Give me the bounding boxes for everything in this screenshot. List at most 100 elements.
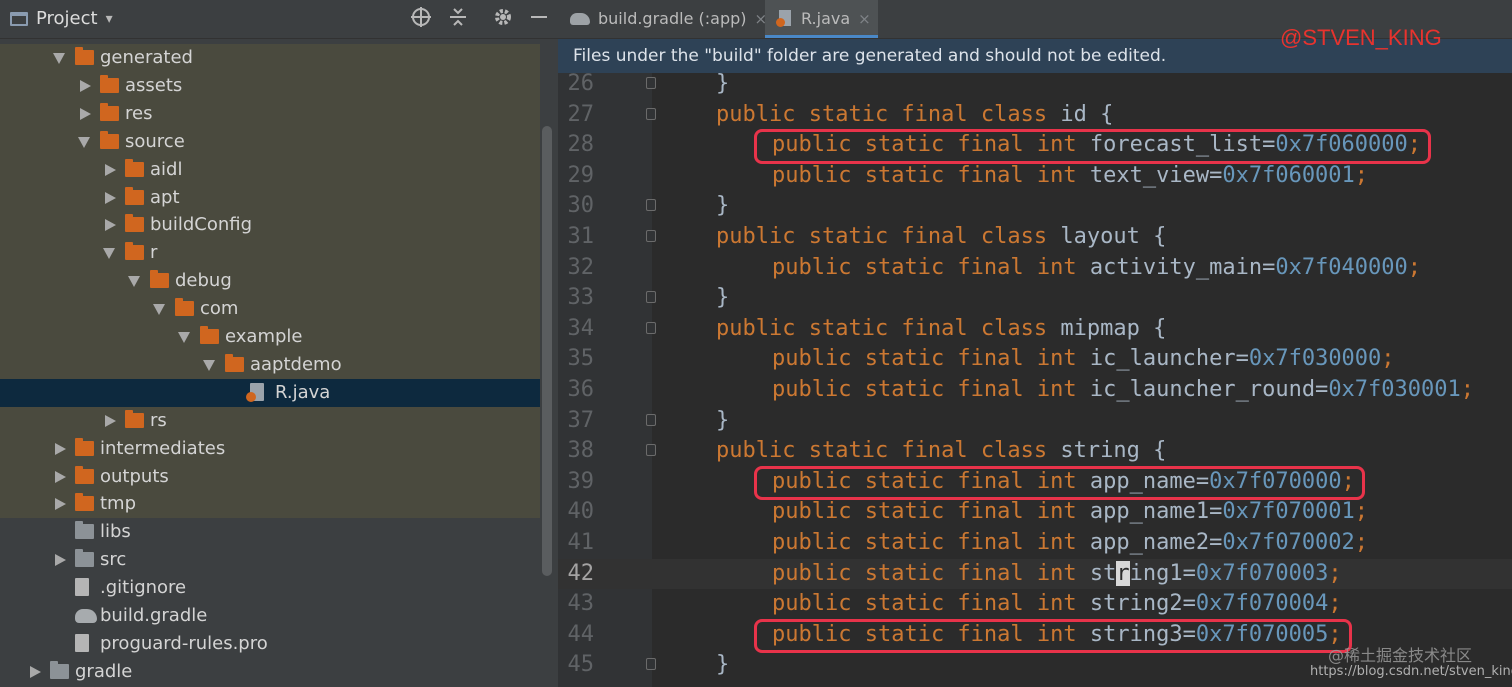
line-number: 35 xyxy=(567,346,595,372)
expand-arrow-icon[interactable] xyxy=(103,248,115,260)
code-line[interactable]: 29 public static final int text_view=0x7f… xyxy=(558,161,1512,192)
fold-marker-icon[interactable] xyxy=(646,658,656,671)
collapse-arrow-icon[interactable] xyxy=(80,79,91,92)
expand-arrow-icon[interactable] xyxy=(53,53,65,64)
tree-item[interactable]: build.gradle xyxy=(0,602,540,630)
collapse-arrow-icon[interactable] xyxy=(55,470,66,483)
tree-item[interactable]: gradle xyxy=(0,658,540,686)
fold-marker-icon[interactable] xyxy=(646,107,656,120)
tree-item-label: example xyxy=(225,326,303,347)
code-line[interactable]: 26} xyxy=(558,69,1512,100)
tree-item-label: aidl xyxy=(150,158,183,180)
tree-item[interactable]: debug xyxy=(0,267,540,296)
tree-item[interactable]: R.java xyxy=(0,378,540,407)
fold-marker-icon[interactable] xyxy=(646,444,656,457)
tree-item[interactable]: aidl xyxy=(0,155,540,184)
expand-arrow-icon[interactable] xyxy=(78,136,90,148)
folder-icon xyxy=(125,158,144,177)
code-text: public static final class id { xyxy=(716,101,1114,127)
code-line[interactable]: 36 public static final int ic_launcher_ro… xyxy=(558,375,1512,406)
tree-item-label: proguard-rules.pro xyxy=(100,632,268,654)
tree-item[interactable]: r xyxy=(0,239,540,268)
line-number: 33 xyxy=(567,285,595,311)
folder-icon xyxy=(175,298,194,317)
tab-r-java[interactable]: R.java × xyxy=(765,0,878,38)
line-number: 28 xyxy=(567,132,595,158)
tree-item[interactable]: aaptdemo xyxy=(0,350,540,379)
fold-marker-icon[interactable] xyxy=(646,199,656,212)
folder-icon xyxy=(125,409,144,428)
collapse-arrow-icon[interactable] xyxy=(55,442,66,455)
tree-item[interactable]: tmp xyxy=(0,490,540,519)
tree-item[interactable]: .gitignore xyxy=(0,574,540,602)
tree-item[interactable]: intermediates xyxy=(0,434,540,463)
tree-item[interactable]: src xyxy=(0,546,540,574)
collapse-icon[interactable] xyxy=(446,6,470,30)
code-line[interactable]: 37} xyxy=(558,406,1512,437)
minimize-icon[interactable] xyxy=(527,6,551,30)
code-line[interactable]: 41 public static final int app_name2=0x7f… xyxy=(558,528,1512,559)
expand-arrow-icon[interactable] xyxy=(178,332,190,343)
gear-icon[interactable] xyxy=(491,6,515,30)
project-view-selector[interactable]: Project ▾ xyxy=(10,8,113,29)
code-text: public static final int text_view=0x7f06… xyxy=(772,162,1369,188)
text-file-icon xyxy=(75,633,89,652)
gitignore-file-icon xyxy=(75,578,89,597)
code-line[interactable]: 42 public static final int string1=0x7f07… xyxy=(558,558,1512,590)
fold-marker-icon[interactable] xyxy=(646,77,656,89)
code-line[interactable]: 35 public static final int ic_launcher=0x… xyxy=(558,344,1512,375)
tree-item[interactable]: libs xyxy=(0,518,540,546)
code-area[interactable]: 26} 27 public static final class id {28 pub… xyxy=(558,71,1512,687)
code-line[interactable]: 32 public static final int activity_main=… xyxy=(558,253,1512,284)
fold-marker-icon[interactable] xyxy=(646,413,656,426)
collapse-arrow-icon[interactable] xyxy=(80,107,91,120)
tree-item[interactable]: outputs xyxy=(0,462,540,491)
java-file-icon xyxy=(246,382,264,402)
tree-item[interactable]: rs xyxy=(0,406,540,435)
collapse-arrow-icon[interactable] xyxy=(105,414,116,427)
target-icon[interactable] xyxy=(409,6,433,30)
code-line[interactable]: 33} xyxy=(558,283,1512,314)
folder-icon xyxy=(150,270,169,289)
code-text: public static final class layout { xyxy=(716,224,1167,249)
tab-build-gradle[interactable]: build.gradle (:app) × xyxy=(558,0,767,38)
collapse-arrow-icon[interactable] xyxy=(105,163,116,176)
collapse-arrow-icon[interactable] xyxy=(105,219,116,232)
code-line[interactable]: 27 public static final class id { xyxy=(558,100,1512,131)
code-line[interactable]: 31 public static final class layout { xyxy=(558,222,1512,253)
tree-item[interactable]: assets xyxy=(0,71,540,100)
tree-item[interactable]: apt xyxy=(0,183,540,212)
tree-item-label: buildConfig xyxy=(150,214,253,236)
expand-arrow-icon[interactable] xyxy=(153,304,165,316)
expand-arrow-icon[interactable] xyxy=(203,359,215,371)
expand-arrow-icon[interactable] xyxy=(128,276,140,288)
line-number: 45 xyxy=(567,652,595,678)
collapse-arrow-icon[interactable] xyxy=(30,665,41,678)
collapse-arrow-icon[interactable] xyxy=(105,191,116,204)
collapse-arrow-icon[interactable] xyxy=(55,554,66,567)
code-line[interactable]: 30} xyxy=(558,191,1512,222)
line-number: 38 xyxy=(567,438,595,464)
tree-item[interactable]: res xyxy=(0,99,540,128)
watermark-author: @STVEN_KING xyxy=(1280,25,1442,50)
code-line[interactable]: 34 public static final class mipmap { xyxy=(558,314,1512,345)
tree-item[interactable]: example xyxy=(0,323,540,351)
tree-item[interactable]: buildConfig xyxy=(0,211,540,240)
close-icon[interactable]: × xyxy=(858,10,871,28)
project-panel-title: Project xyxy=(36,8,98,29)
code-line[interactable]: 40 public static final int app_name1=0x7f… xyxy=(558,497,1512,528)
tree-item[interactable]: com xyxy=(0,295,540,324)
fold-marker-icon[interactable] xyxy=(646,291,656,304)
code-line[interactable]: 38 public static final class string { xyxy=(558,436,1512,467)
chevron-down-icon[interactable]: ▾ xyxy=(106,11,113,27)
code-line[interactable]: 43 public static final int string2=0x7f07… xyxy=(558,589,1512,620)
fold-marker-icon[interactable] xyxy=(646,321,656,334)
folder-icon xyxy=(75,521,94,540)
code-text: } xyxy=(716,71,730,96)
tree-scrollbar[interactable] xyxy=(542,126,552,576)
tree-item[interactable]: source xyxy=(0,127,540,156)
fold-marker-icon[interactable] xyxy=(646,230,656,242)
collapse-arrow-icon[interactable] xyxy=(55,498,66,511)
tree-item[interactable]: proguard-rules.pro xyxy=(0,630,540,658)
tree-item[interactable]: generated xyxy=(0,44,540,72)
